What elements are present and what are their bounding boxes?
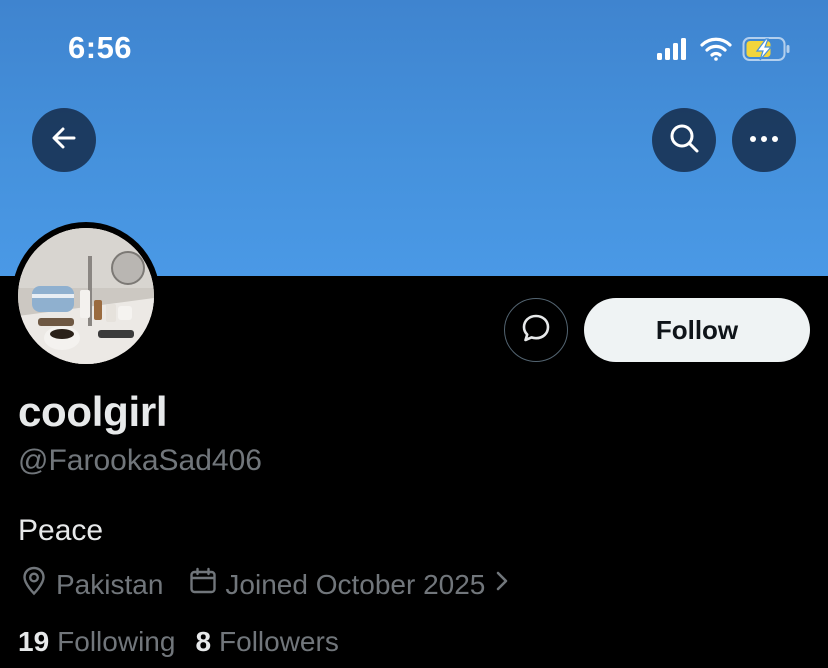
joined-item[interactable]: Joined October 2025 xyxy=(189,567,511,602)
search-button[interactable] xyxy=(652,108,716,172)
avatar-frame[interactable] xyxy=(12,222,160,370)
profile-meta: Pakistan Joined October 2025 xyxy=(20,566,511,603)
status-time: 6:56 xyxy=(68,30,133,65)
follow-button[interactable]: Follow xyxy=(584,298,810,362)
chevron-right-icon xyxy=(493,568,511,601)
arrow-left-icon xyxy=(49,123,79,158)
message-button[interactable] xyxy=(504,298,568,362)
follow-stats: 19 Following 8 Followers xyxy=(18,626,339,658)
back-button[interactable] xyxy=(32,108,96,172)
location-pin-icon xyxy=(20,566,48,603)
status-icons xyxy=(656,36,792,67)
following-stat[interactable]: 19 Following xyxy=(18,626,175,658)
joined-text: Joined October 2025 xyxy=(225,568,486,600)
username-handle: @FarookaSad406 xyxy=(18,444,262,477)
following-count: 19 xyxy=(18,626,50,657)
more-horizontal-icon xyxy=(749,131,779,149)
calendar-icon xyxy=(189,567,217,602)
bio: Peace xyxy=(18,514,104,547)
more-options-button[interactable] xyxy=(732,108,796,172)
message-bubble-icon xyxy=(520,312,552,349)
location-item: Pakistan xyxy=(20,566,163,603)
avatar-image xyxy=(18,228,154,364)
search-icon xyxy=(668,122,700,159)
followers-label: Followers xyxy=(219,626,339,657)
following-label: Following xyxy=(57,626,176,657)
battery-charging-icon xyxy=(742,36,792,67)
wifi-icon xyxy=(700,37,732,66)
followers-count: 8 xyxy=(195,626,212,657)
cellular-signal-icon xyxy=(656,37,690,66)
location-text: Pakistan xyxy=(56,568,164,600)
display-name: coolgirl xyxy=(18,388,168,435)
avatar[interactable] xyxy=(18,228,154,364)
followers-stat[interactable]: 8 Followers xyxy=(195,626,338,658)
